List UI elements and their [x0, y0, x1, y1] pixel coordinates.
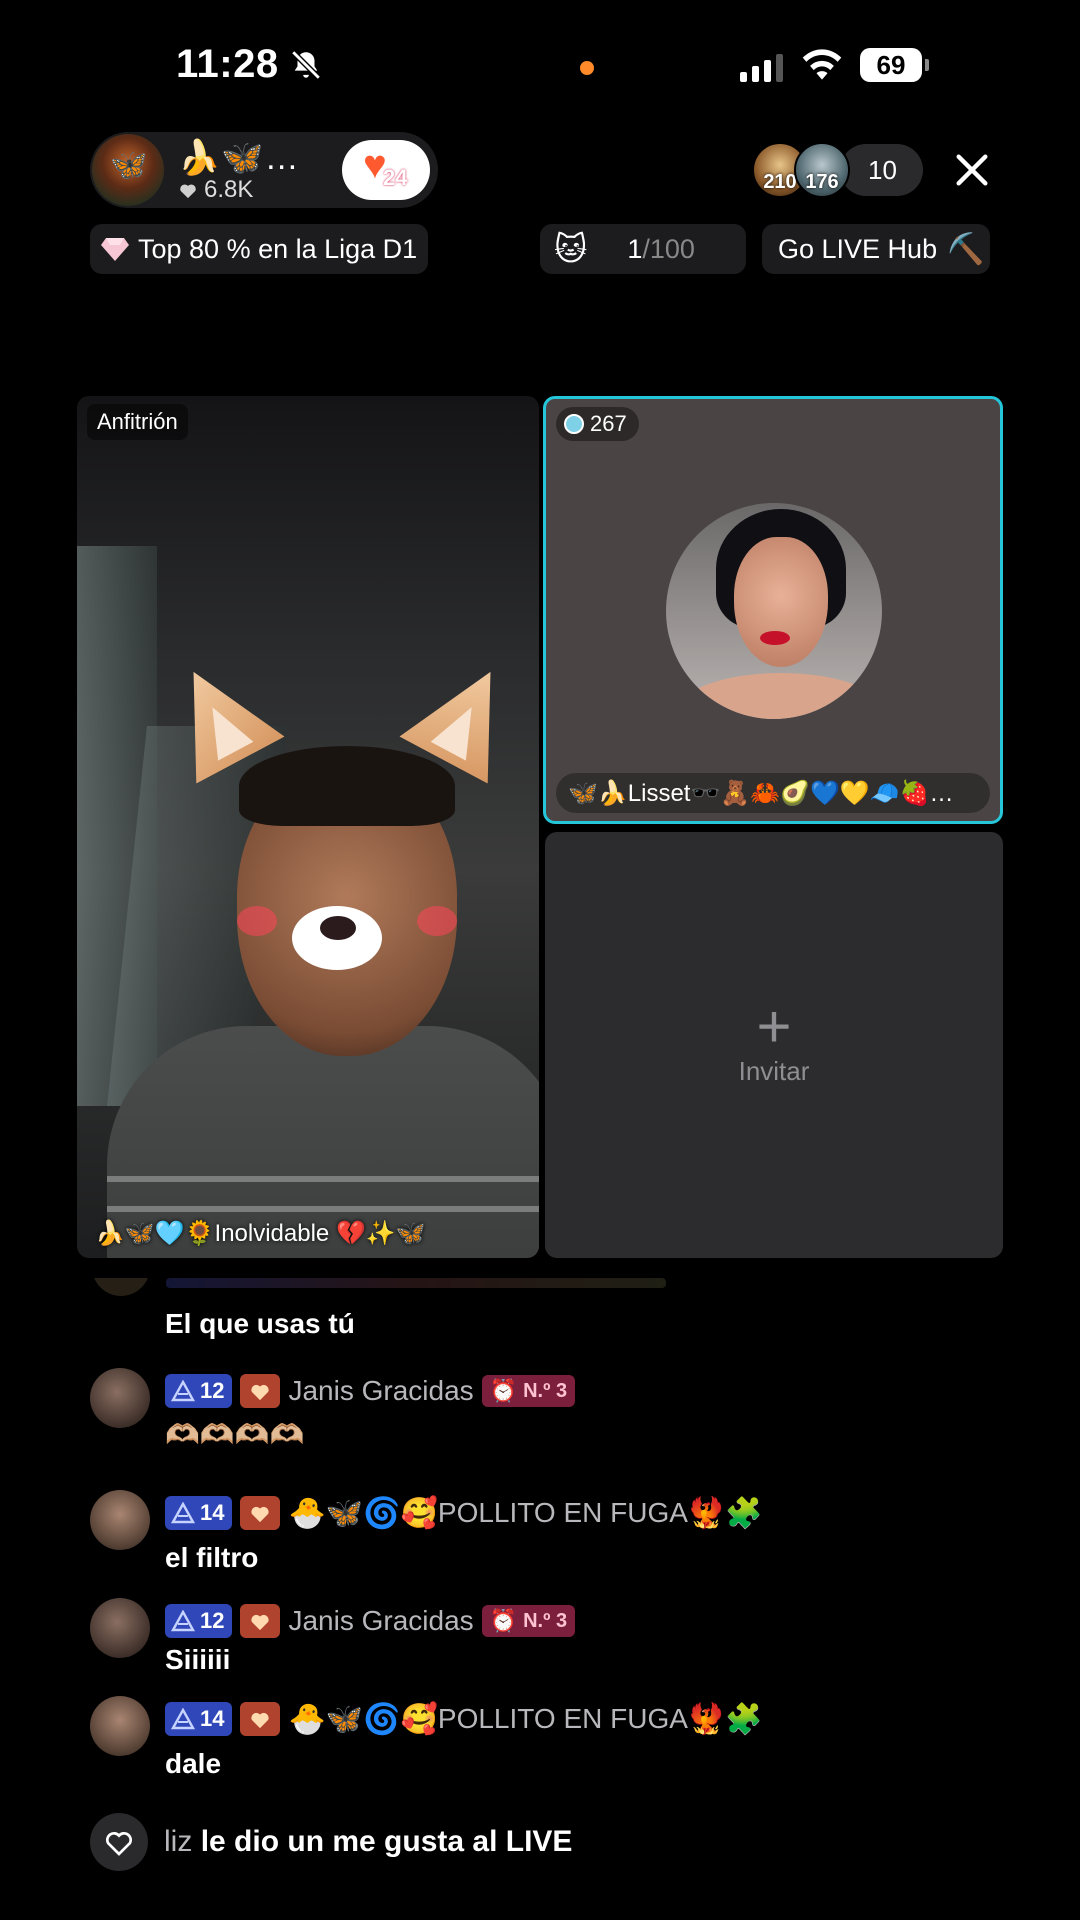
- host-label: Anfitrión: [87, 404, 188, 440]
- level-icon: [171, 1610, 195, 1632]
- level-badge: 12: [165, 1374, 233, 1408]
- user-emoji-prefix: 🐣🦋🌀🥰: [288, 1702, 438, 1736]
- like-notice-text: liz le dio un me gusta al LIVE: [164, 1825, 572, 1859]
- fox-nose-filter: [292, 906, 382, 970]
- guest-avatar[interactable]: [666, 503, 882, 719]
- heart-icon: [251, 1506, 270, 1523]
- like-notice: liz le dio un me gusta al LIVE: [90, 1813, 572, 1871]
- level-icon: [171, 1708, 195, 1730]
- host-info-pill[interactable]: 🦋 🍌🦋… 6.8K ♥ 24: [90, 132, 438, 208]
- league-chip[interactable]: Top 80 % en la Liga D1: [90, 224, 428, 274]
- host-video-person: [107, 696, 539, 1258]
- wifi-icon: [802, 49, 842, 80]
- like-notice-user[interactable]: liz: [164, 1825, 192, 1858]
- fan-badge: [240, 1374, 281, 1408]
- host-video-tile[interactable]: Anfitrión 🍌🦋🩵🌻Inolvidable 💔✨🦋: [77, 396, 539, 1258]
- alarm-clock-icon: ⏰: [489, 1608, 518, 1633]
- chat-faded-row: [90, 1278, 690, 1296]
- goal-progress: 1/100: [627, 233, 695, 264]
- chat-message-text: Siiiiii: [165, 1644, 231, 1675]
- user-emoji-suffix: 🐦‍🔥🧩: [687, 1702, 763, 1736]
- level-badge: 14: [165, 1496, 233, 1530]
- chat-username[interactable]: Janis Gracidas: [288, 1605, 473, 1637]
- host-name: 🍌🦋…: [178, 139, 300, 177]
- invite-label: Invitar: [738, 1055, 810, 1086]
- go-live-hub-label: Go LIVE Hub: [778, 233, 938, 264]
- host-tile-name[interactable]: 🍌🦋🩵🌻Inolvidable 💔✨🦋: [95, 1219, 426, 1248]
- status-time-group: 11:28: [176, 42, 323, 87]
- heart-icon: [251, 1712, 270, 1729]
- follow-button[interactable]: ♥ 24: [342, 140, 430, 200]
- heart-outline-icon: [106, 1832, 132, 1856]
- chat-avatar[interactable]: [90, 1368, 150, 1428]
- chat-avatar[interactable]: [90, 1696, 150, 1756]
- host-likes-group: 6.8K: [178, 176, 253, 204]
- chat-meta: 14 🐣🦋🌀🥰 POLLITO EN FUGA 🐦‍🔥🧩: [165, 1496, 763, 1530]
- level-icon: [171, 1502, 195, 1524]
- chat-avatar[interactable]: [90, 1490, 150, 1550]
- host-avatar[interactable]: 🦋: [92, 134, 164, 206]
- host-likes-count: 6.8K: [204, 176, 254, 203]
- rank-badge: ⏰ N.º 3: [481, 1605, 576, 1637]
- chat-avatar[interactable]: [90, 1598, 150, 1658]
- top-viewers[interactable]: 210 176 10: [752, 142, 923, 198]
- status-time: 11:28: [176, 42, 279, 86]
- heart-icon: [251, 1614, 270, 1631]
- guest-score: 267: [590, 411, 627, 436]
- fan-club-count: 24: [383, 165, 408, 190]
- heart-icon: [251, 1384, 270, 1401]
- guest-name[interactable]: 🦋🍌Lisset🕶️🧸🦀🥑💙💛🧢🍓…: [556, 773, 990, 813]
- rank-badge: ⏰ N.º 3: [481, 1375, 576, 1407]
- level-icon: [171, 1380, 195, 1402]
- fan-badge: [240, 1604, 281, 1638]
- chat-meta: 12 Janis Gracidas ⏰ N.º 3: [165, 1374, 576, 1408]
- user-emoji-suffix: 🐦‍🔥🧩: [687, 1496, 763, 1530]
- guest-video-tile[interactable]: 267 🦋🍌Lisset🕶️🧸🦀🥑💙💛🧢🍓…: [543, 396, 1003, 824]
- chat-username[interactable]: Janis Gracidas: [288, 1375, 473, 1407]
- league-text: Top 80 % en la Liga D1: [138, 233, 418, 264]
- status-bar: 11:28 69: [0, 0, 1080, 130]
- fan-club-badge: ♥ 24: [363, 145, 409, 191]
- chat-message-text: 🫶🏼🫶🏼🫶🏼🫶🏼: [165, 1419, 305, 1450]
- fan-badge: [240, 1702, 281, 1736]
- like-notice-icon: [90, 1813, 148, 1871]
- chat-username[interactable]: POLLITO EN FUGA: [438, 1497, 688, 1529]
- chat-username[interactable]: POLLITO EN FUGA: [438, 1703, 688, 1735]
- chat-message-text: dale: [165, 1748, 222, 1779]
- cell-signal-icon: [740, 52, 783, 82]
- guest-score-badge: 267: [556, 407, 639, 441]
- chat-meta: 14 🐣🦋🌀🥰 POLLITO EN FUGA 🐦‍🔥🧩: [165, 1702, 763, 1736]
- chat-message-text: El que usas tú: [165, 1308, 355, 1339]
- go-live-hub-chip[interactable]: Go LIVE Hub ⛏️: [762, 224, 990, 274]
- level-badge: 14: [165, 1702, 233, 1736]
- cat-icon: 🐱: [554, 231, 588, 267]
- pickaxe-icon: ⛏️: [947, 232, 985, 266]
- recording-indicator: [580, 61, 594, 75]
- viewer-avatar[interactable]: 176: [794, 142, 850, 198]
- goal-chip[interactable]: 🐱 1/100: [540, 224, 746, 274]
- alarm-clock-icon: ⏰: [489, 1378, 518, 1403]
- chat-message-text: el filtro: [165, 1542, 259, 1573]
- butterfly-icon: 🦋: [110, 149, 148, 182]
- invite-tile[interactable]: + Invitar: [545, 832, 1003, 1258]
- heart-icon: [180, 184, 196, 199]
- bell-off-icon: [290, 49, 321, 80]
- plus-icon: +: [756, 992, 792, 1060]
- gem-icon: [101, 238, 129, 261]
- battery-indicator: 69: [860, 48, 929, 82]
- user-emoji-prefix: 🐣🦋🌀🥰: [288, 1496, 438, 1530]
- like-notice-message: le dio un me gusta al LIVE: [200, 1825, 573, 1858]
- level-badge: 12: [165, 1604, 233, 1638]
- close-icon[interactable]: [952, 150, 992, 190]
- score-icon: [564, 414, 584, 434]
- chat-meta: 12 Janis Gracidas ⏰ N.º 3: [165, 1604, 576, 1638]
- fan-badge: [240, 1496, 281, 1530]
- viewer-count[interactable]: 10: [840, 144, 923, 196]
